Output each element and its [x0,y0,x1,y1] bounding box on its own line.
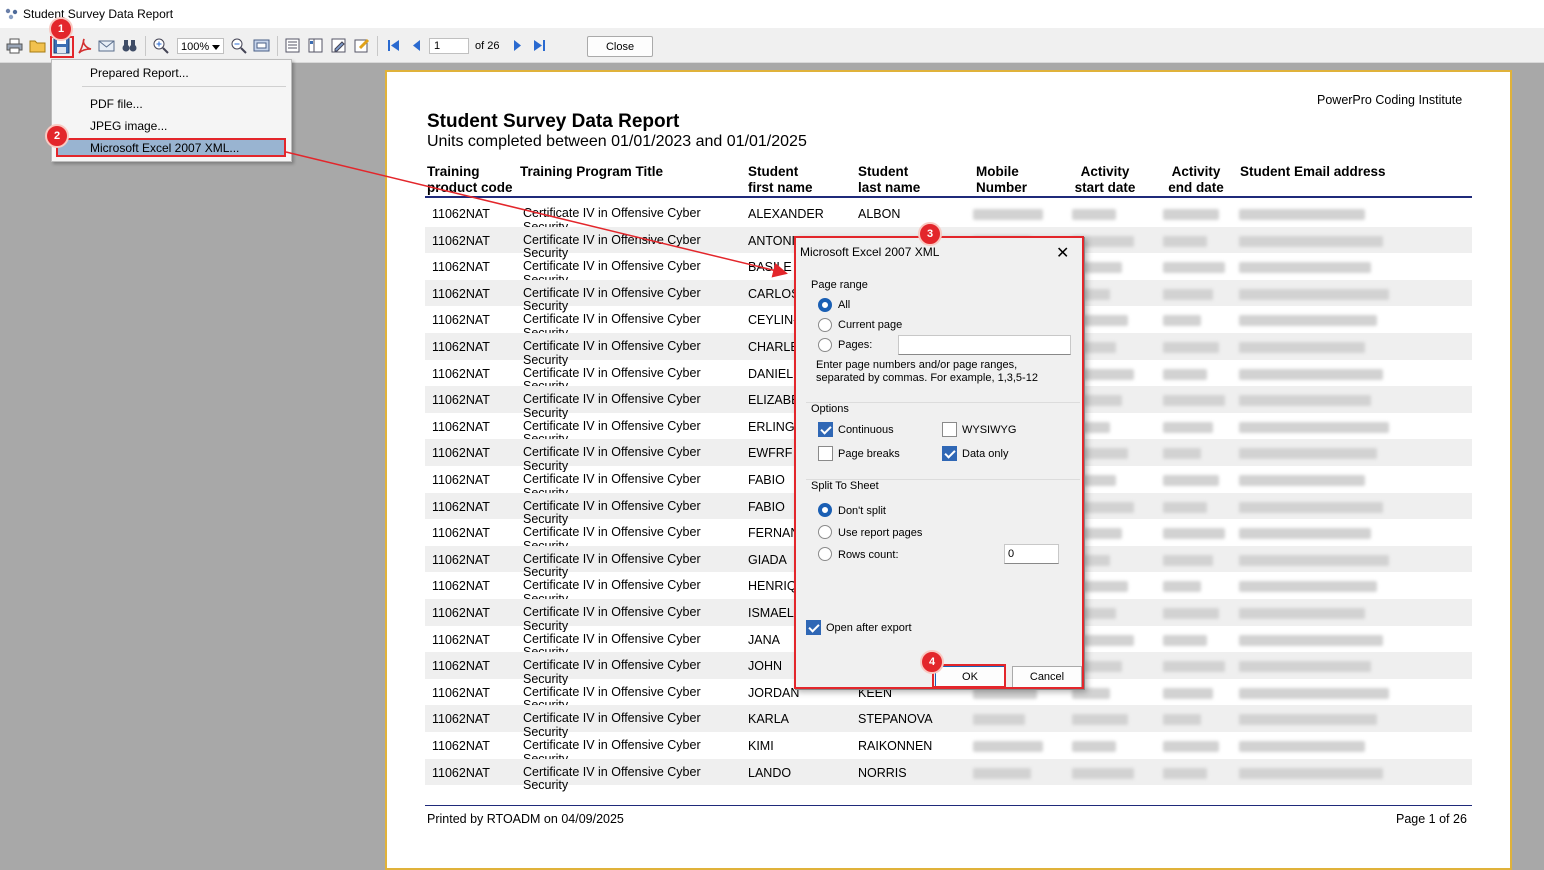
annotation-badge-2: 2 [45,124,69,148]
annotation-badge-3: 3 [918,222,942,246]
annotation-badge-1: 1 [49,17,73,41]
annotation-badge-4: 4 [920,650,944,674]
annotation-arrow [285,151,788,278]
